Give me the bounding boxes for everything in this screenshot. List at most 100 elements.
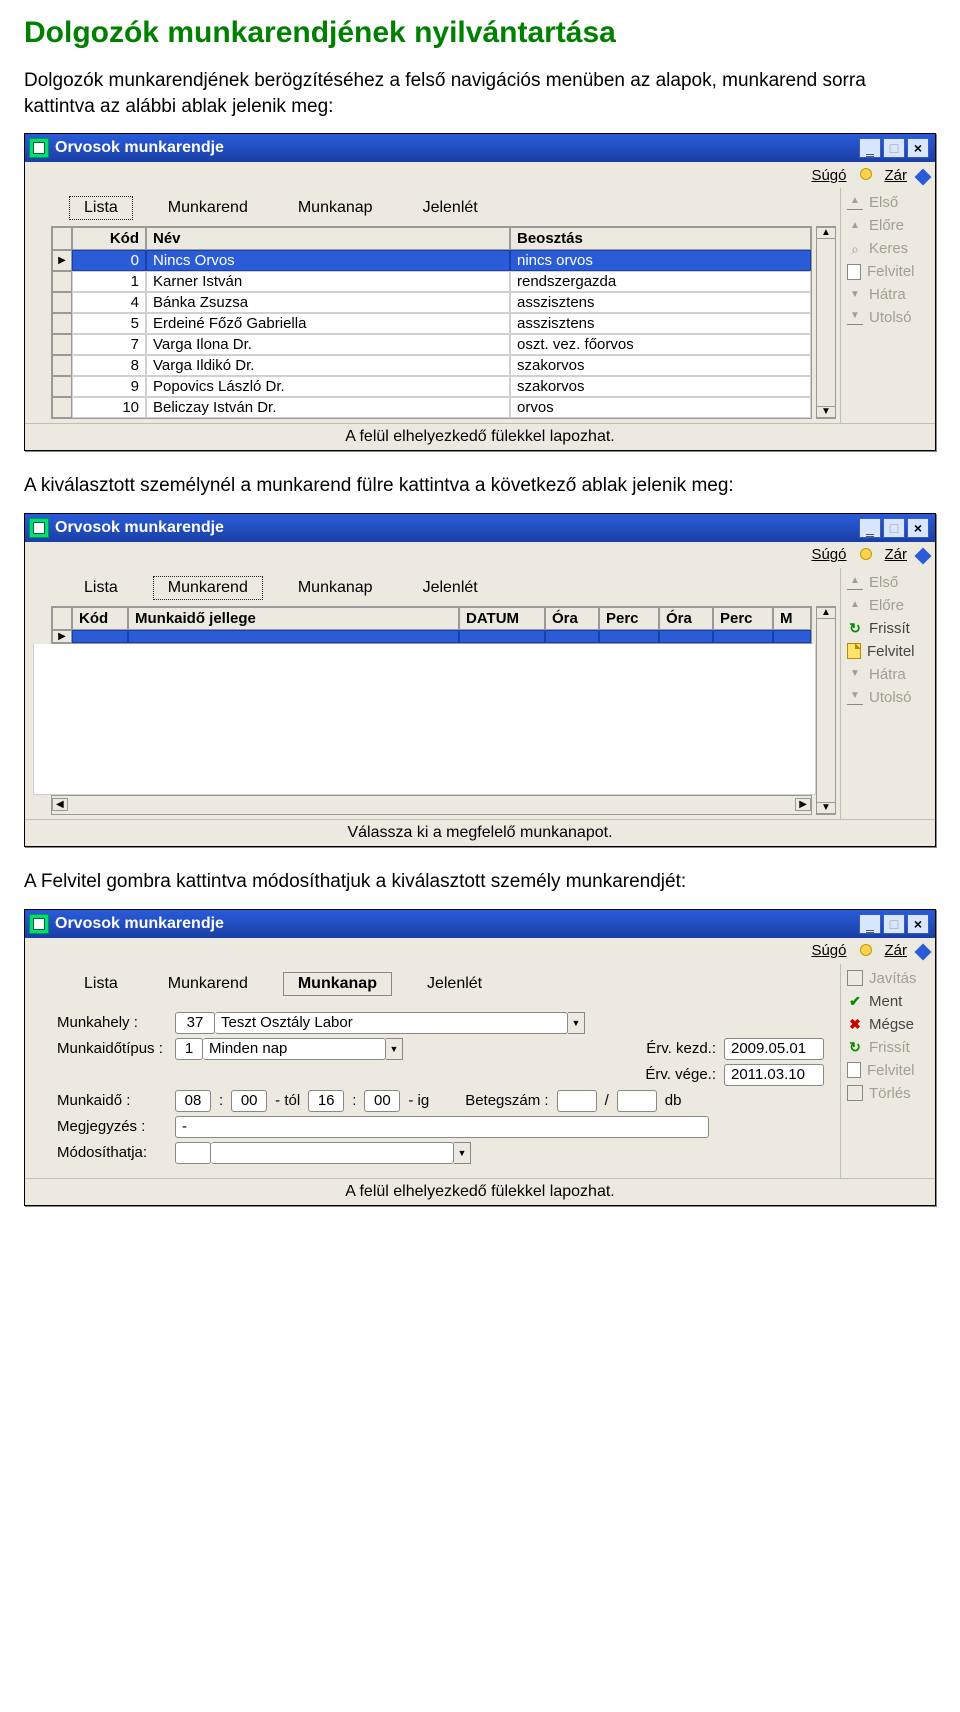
ervvege-input[interactable]: 2011.03.10 [724, 1064, 824, 1086]
col-kod[interactable]: Kód [72, 607, 128, 630]
first-button[interactable]: Első [843, 192, 933, 213]
lista-grid[interactable]: Kód Név Beosztás 0Nincs Orvosnincs orvos… [51, 226, 812, 419]
betegszam-2-input[interactable] [617, 1090, 657, 1112]
tab-lista[interactable]: Lista [69, 972, 133, 996]
tab-lista[interactable]: Lista [69, 196, 133, 220]
col-datum[interactable]: DATUM [459, 607, 545, 630]
new-button[interactable]: Felvitel [843, 641, 933, 662]
help-link[interactable]: Súgó [811, 546, 846, 563]
next-button[interactable]: Hátra [843, 284, 933, 305]
horizontal-scrollbar[interactable]: ◀▶ [51, 795, 812, 815]
col-ora2[interactable]: Óra [659, 607, 713, 630]
chevron-down-icon[interactable]: ▼ [454, 1142, 471, 1164]
first-button[interactable]: Első [843, 572, 933, 593]
tab-munkarend[interactable]: Munkarend [153, 196, 263, 220]
munkahely-name-input[interactable]: Teszt Osztály Labor [215, 1012, 568, 1034]
close-button[interactable]: × [907, 138, 929, 158]
minimize-button[interactable]: ‗ [859, 138, 881, 158]
munkaidotipus-name-input[interactable]: Minden nap [203, 1038, 386, 1060]
new-button[interactable]: Felvitel [843, 1060, 933, 1081]
chevron-down-icon[interactable]: ▼ [568, 1012, 585, 1034]
munkahely-code-input[interactable]: 37 [175, 1012, 215, 1034]
betegszam-1-input[interactable] [557, 1090, 597, 1112]
ervkezd-input[interactable]: 2009.05.01 [724, 1038, 824, 1060]
refresh-button[interactable]: Frissít [843, 1037, 933, 1058]
table-row[interactable]: 5Erdeiné Főző Gabriellaasszisztens [52, 313, 811, 334]
modosithatja-input[interactable] [175, 1142, 211, 1164]
munkarend-grid[interactable]: Kód Munkaidő jellege DATUM Óra Perc Óra … [51, 606, 812, 644]
tab-jelenlet[interactable]: Jelenlét [408, 576, 493, 600]
tab-munkanap[interactable]: Munkanap [283, 576, 388, 600]
side-toolbar: Első Előre Frissít Felvitel Hátra Utolsó [840, 568, 935, 819]
close-button[interactable]: × [907, 518, 929, 538]
vertical-scrollbar[interactable]: ▲▼ [816, 226, 836, 419]
munkaido-min-from[interactable]: 00 [231, 1090, 267, 1112]
col-jelleg[interactable]: Munkaidő jellege [128, 607, 459, 630]
table-row[interactable]: 7Varga Ilona Dr.oszt. vez. főorvos [52, 334, 811, 355]
chevron-down-icon[interactable]: ▼ [386, 1038, 403, 1060]
tab-jelenlet[interactable]: Jelenlét [408, 196, 493, 220]
table-row[interactable]: 4Bánka Zsuzsaasszisztens [52, 292, 811, 313]
col-perc2[interactable]: Perc [713, 607, 773, 630]
minimize-button[interactable]: ‗ [859, 518, 881, 538]
new-button[interactable]: Felvitel [843, 261, 933, 282]
edit-button[interactable]: Javítás [843, 968, 933, 989]
munkaido-hour-from[interactable]: 08 [175, 1090, 211, 1112]
munkaido-hour-to[interactable]: 16 [308, 1090, 344, 1112]
tab-munkarend[interactable]: Munkarend [153, 576, 263, 600]
tab-munkarend[interactable]: Munkarend [153, 972, 263, 996]
col-m[interactable]: M [773, 607, 811, 630]
table-row[interactable]: 0Nincs Orvosnincs orvos [52, 250, 811, 271]
tab-munkanap[interactable]: Munkanap [283, 972, 392, 996]
prev-button[interactable]: Előre [843, 215, 933, 236]
window-title: Orvosok munkarendje [55, 519, 224, 537]
close-link[interactable]: Zár [885, 167, 908, 184]
close-button[interactable]: × [907, 914, 929, 934]
help-link[interactable]: Súgó [811, 167, 846, 184]
delete-button[interactable]: Törlés [843, 1083, 933, 1104]
top-toolbar: Súgó Zár [25, 938, 935, 964]
save-button[interactable]: Ment [843, 991, 933, 1012]
refresh-button[interactable]: Frissít [843, 618, 933, 639]
close-link[interactable]: Zár [885, 942, 908, 959]
bulb-icon [857, 546, 875, 564]
maximize-button[interactable]: □ [883, 138, 905, 158]
table-row[interactable]: 10Beliczay István Dr.orvos [52, 397, 811, 418]
munkaidotipus-code-input[interactable]: 1 [175, 1038, 203, 1060]
col-perc1[interactable]: Perc [599, 607, 659, 630]
label-modosithatja: Módosíthatja: [57, 1144, 167, 1161]
bulb-icon [857, 942, 875, 960]
modosithatja-name-input[interactable] [211, 1142, 454, 1164]
maximize-button[interactable]: □ [883, 914, 905, 934]
megjegyzes-input[interactable]: - [175, 1116, 709, 1138]
side-toolbar: Első Előre Keres Felvitel Hátra Utolsó [840, 188, 935, 423]
tab-lista[interactable]: Lista [69, 576, 133, 600]
label-munkahely: Munkahely : [57, 1014, 167, 1031]
col-kod[interactable]: Kód [72, 227, 146, 250]
table-row[interactable]: 9Popovics László Dr.szakorvos [52, 376, 811, 397]
label-munkaido: Munkaidő : [57, 1092, 167, 1109]
tab-jelenlet[interactable]: Jelenlét [412, 972, 497, 996]
tab-munkanap[interactable]: Munkanap [283, 196, 388, 220]
munkaido-min-to[interactable]: 00 [364, 1090, 400, 1112]
next-button[interactable]: Hátra [843, 664, 933, 685]
col-beosztas[interactable]: Beosztás [510, 227, 811, 250]
table-row[interactable]: 8Varga Ildikó Dr.szakorvos [52, 355, 811, 376]
table-row[interactable] [52, 630, 811, 643]
vertical-scrollbar[interactable]: ▲▼ [816, 606, 836, 815]
table-row[interactable]: 1Karner Istvánrendszergazda [52, 271, 811, 292]
help-link[interactable]: Súgó [811, 942, 846, 959]
col-ora1[interactable]: Óra [545, 607, 599, 630]
close-link[interactable]: Zár [885, 546, 908, 563]
titlebar: Orvosok munkarendje ‗ □ × [25, 910, 935, 938]
col-nev[interactable]: Név [146, 227, 510, 250]
label-slash: / [605, 1092, 609, 1109]
last-button[interactable]: Utolsó [843, 307, 933, 328]
cancel-button[interactable]: Mégse [843, 1014, 933, 1035]
search-button[interactable]: Keres [843, 238, 933, 259]
app-icon [29, 914, 49, 934]
last-button[interactable]: Utolsó [843, 687, 933, 708]
maximize-button[interactable]: □ [883, 518, 905, 538]
minimize-button[interactable]: ‗ [859, 914, 881, 934]
prev-button[interactable]: Előre [843, 595, 933, 616]
